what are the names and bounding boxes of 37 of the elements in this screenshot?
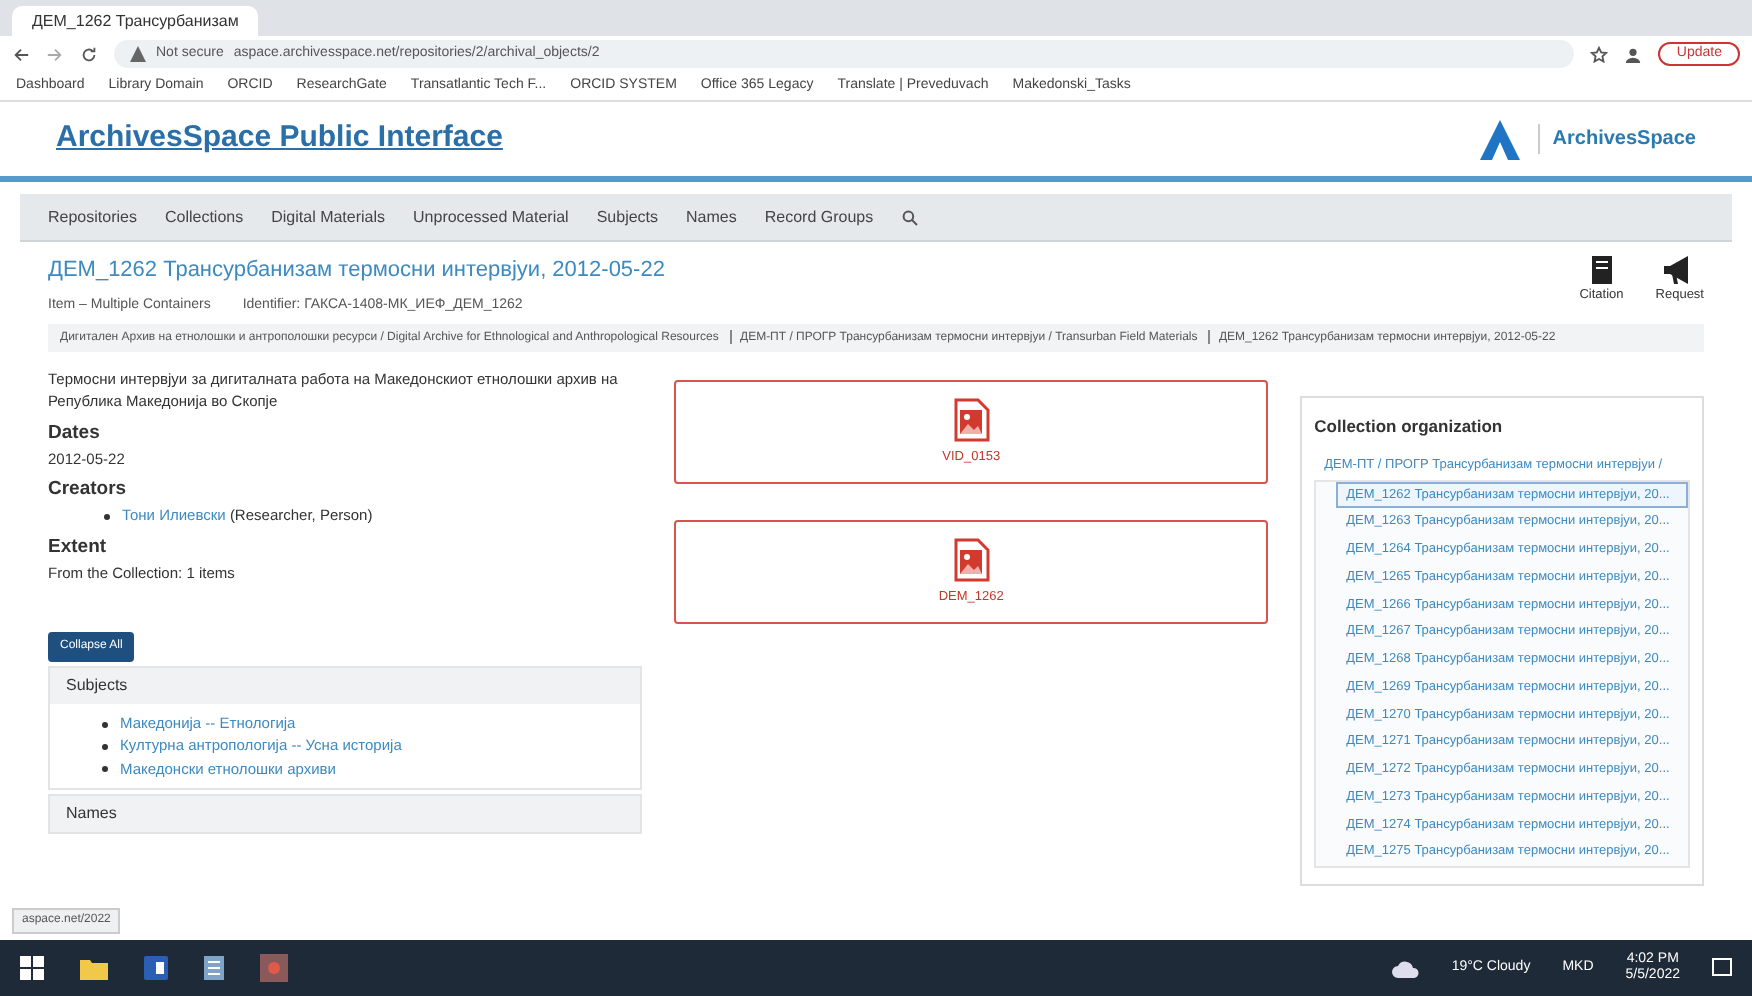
star-icon[interactable] [1590,45,1609,63]
document-app-icon[interactable] [144,956,168,980]
nav-link[interactable]: Unprocessed Material [413,205,569,229]
section-heading: Creators [48,476,129,505]
image-file-icon [953,397,990,442]
bullet-icon [102,743,108,750]
nav-link[interactable]: Record Groups [764,205,874,229]
folder-icon[interactable] [80,957,108,979]
nav-link[interactable]: Collections [164,205,244,229]
windows-start-icon[interactable] [20,956,44,980]
bullet-icon [104,513,110,520]
site-title-link[interactable]: ArchivesSpace Public Interface [56,116,503,162]
back-icon[interactable] [12,45,30,63]
bullet-icon [102,766,108,773]
warning-icon [130,46,146,62]
record-title: ДЕМ_1262 Трансурбанизам термосни интервјуи, 2012-05-22 [48,256,665,286]
subjects-heading[interactable]: Subjects [50,668,641,705]
section-heading: Extent [48,533,109,562]
search-icon[interactable] [901,209,918,225]
section-heading: Dates [48,419,102,448]
nav-link[interactable]: Names [686,205,737,229]
logo-icon [1478,117,1523,161]
names-heading[interactable]: Names [50,795,641,832]
bullet-icon [102,721,108,728]
profile-icon[interactable] [1624,45,1643,63]
image-file-icon [953,537,990,582]
tree-heading: Collection organization [1314,414,1505,440]
reload-icon[interactable] [80,45,98,63]
nav-link[interactable]: Digital Materials [271,205,386,229]
book-icon [1587,254,1616,286]
browser-tab[interactable]: ДЕМ_1262 Трансурбанизам [12,6,259,36]
nav-link[interactable]: Repositories [48,205,137,229]
cloud-icon [1391,959,1420,977]
notification-icon[interactable] [1712,958,1732,978]
logo-text: ArchivesSpace [1538,124,1696,154]
nav-link[interactable]: Subjects [596,205,659,229]
notepad-icon[interactable] [204,956,224,980]
